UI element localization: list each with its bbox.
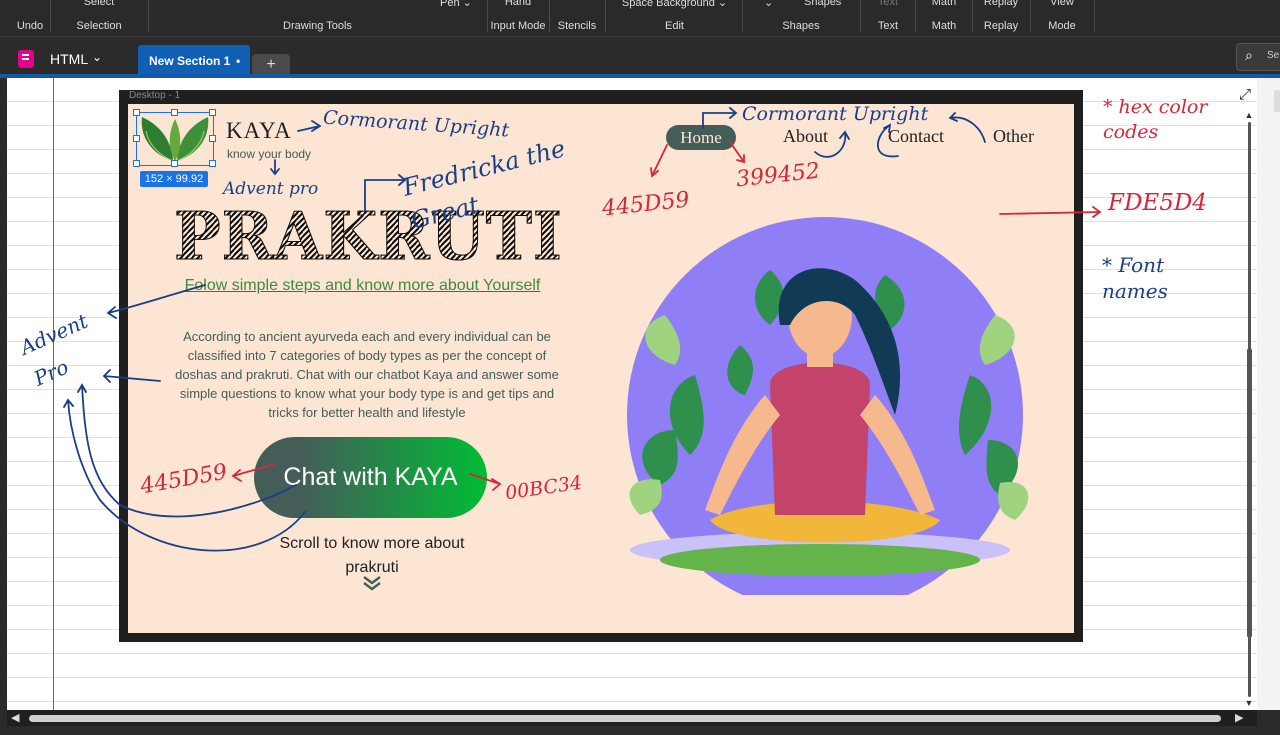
- ribbon-group-label: Edit: [665, 20, 684, 32]
- ribbon-divider: [742, 0, 743, 32]
- horizontal-scrollbar[interactable]: ◀ ▶: [7, 710, 1257, 726]
- tab-label: New Section 1: [149, 54, 231, 68]
- page-margin-line: [53, 78, 54, 710]
- ribbon-group-label: Undo: [16, 20, 44, 32]
- chevron-down-icon[interactable]: ⌄: [764, 0, 773, 9]
- ribbon-divider: [860, 0, 861, 32]
- ribbon-group-mode[interactable]: View Mode: [1032, 0, 1092, 36]
- ribbon-group-stencils[interactable]: Stencils: [551, 0, 603, 36]
- ribbon-group-label: Drawing Tools: [283, 20, 352, 32]
- ribbon-group-math[interactable]: Math Math: [917, 0, 971, 36]
- ribbon-group-label: Text: [877, 20, 899, 32]
- scroll-right-arrow-icon[interactable]: ▶: [1235, 711, 1243, 724]
- annotation-note-fonts: * Font names: [1102, 253, 1168, 303]
- brand-tagline: know your body: [227, 147, 312, 161]
- notebook-name[interactable]: HTML: [50, 51, 88, 67]
- ribbon-group-edit[interactable]: Space Background ⌄ Edit: [607, 0, 742, 36]
- hero-description: According to ancient ayurveda each and e…: [175, 329, 559, 420]
- ribbon-button-label: Text: [877, 0, 899, 8]
- ribbon-divider: [972, 0, 973, 32]
- ribbon-button-label: Shapes: [804, 0, 842, 8]
- annotation-font-tagline: Advent pro: [223, 179, 319, 199]
- ribbon-button-label: Replay: [983, 0, 1019, 8]
- nav-other: Other: [993, 126, 1034, 146]
- ribbon-group-label: Selection: [76, 20, 122, 32]
- ribbon-group-label: Shapes: [782, 20, 820, 32]
- resize-handle[interactable]: [209, 160, 216, 167]
- double-chevron-down-icon: [362, 575, 382, 596]
- ribbon-button-label: View: [1050, 0, 1074, 8]
- scroll-up-arrow-icon[interactable]: ▲: [1243, 110, 1255, 120]
- tab-new-section-1[interactable]: New Section 1 •: [138, 45, 250, 75]
- chevron-down-icon[interactable]: ⌄: [92, 50, 102, 64]
- selection-box[interactable]: [136, 112, 214, 166]
- resize-handle[interactable]: [133, 160, 140, 167]
- search-placeholder: Se: [1267, 50, 1280, 61]
- ribbon-group-label: Input Mode: [490, 20, 546, 32]
- ribbon-group-input-mode[interactable]: Hand Input Mode: [489, 0, 547, 36]
- ribbon: Undo Select Selection Pen ⌄ Drawing Tool…: [0, 0, 1280, 36]
- ribbon-group-shapes[interactable]: ⌄ Shapes Shapes: [744, 0, 858, 36]
- unsaved-dot-icon: •: [236, 54, 241, 68]
- search-box[interactable]: ⌕ Se: [1236, 43, 1280, 71]
- search-icon: ⌕: [1245, 47, 1253, 63]
- frame-label: Desktop - 1: [129, 90, 181, 101]
- ribbon-divider: [1094, 0, 1095, 32]
- brand-name: KAYA: [226, 118, 292, 143]
- annotation-font-nav: Cormorant Upright: [742, 103, 929, 125]
- ribbon-group-undo[interactable]: Undo: [10, 0, 50, 36]
- ribbon-group-selection[interactable]: Select Selection: [55, 0, 143, 36]
- yoga-illustration: [627, 217, 1029, 595]
- ribbon-group-label: Replay: [983, 20, 1019, 32]
- ribbon-divider: [549, 0, 550, 32]
- chat-cta-button: Chat with KAYA: [254, 437, 487, 518]
- ribbon-button-label: Pen ⌄: [440, 0, 472, 9]
- scroll-thumb[interactable]: [29, 715, 1221, 722]
- scroll-note: Scroll to know more about prakruti: [279, 535, 465, 576]
- ribbon-group-replay[interactable]: Replay Replay: [974, 0, 1028, 36]
- ribbon-button-label: Select: [83, 0, 115, 8]
- nav-contact: Contact: [888, 126, 944, 146]
- selection-size-badge: 152 × 99.92: [140, 171, 208, 187]
- ribbon-group-text[interactable]: Text Text: [862, 0, 914, 36]
- nav-about: About: [783, 126, 828, 146]
- ribbon-group-label: Math: [931, 20, 957, 32]
- resize-handle[interactable]: [209, 135, 216, 142]
- ribbon-divider: [605, 0, 606, 32]
- notebook-icon[interactable]: [18, 50, 34, 68]
- scroll-left-arrow-icon[interactable]: ◀: [11, 711, 19, 724]
- resize-handle[interactable]: [133, 135, 140, 142]
- ribbon-divider: [915, 0, 916, 32]
- scroll-down-arrow-icon[interactable]: ▼: [1243, 698, 1255, 708]
- section-tab-bar: HTML ⌄ New Section 1 • + ⌕ Se: [0, 36, 1280, 75]
- ribbon-group-drawing-tools[interactable]: Pen ⌄ Drawing Tools: [150, 0, 485, 36]
- resize-handle[interactable]: [133, 109, 140, 116]
- annotation-color-bg: FDE5D4: [1108, 190, 1207, 216]
- ribbon-group-label: Mode: [1048, 20, 1076, 32]
- ribbon-button-label: Math: [931, 0, 957, 8]
- ribbon-button-label: Space Background ⌄: [621, 0, 728, 9]
- right-panel-edge: [1257, 78, 1280, 710]
- ribbon-divider: [487, 0, 488, 32]
- ribbon-divider: [50, 0, 51, 32]
- vertical-scrollbar[interactable]: ▲ ▼: [1243, 110, 1255, 710]
- expand-icon[interactable]: ⤢: [1239, 86, 1251, 103]
- ribbon-button-label: Hand: [504, 0, 532, 8]
- nav-home: Home: [666, 125, 736, 150]
- annotation-note-hex: * hex color codes: [1103, 96, 1208, 143]
- ribbon-group-label: Stencils: [557, 20, 597, 32]
- ribbon-divider: [148, 0, 149, 32]
- resize-handle[interactable]: [171, 109, 178, 116]
- hero-subtitle: Folow simple steps and know more about Y…: [184, 277, 541, 294]
- resize-handle[interactable]: [209, 109, 216, 116]
- ribbon-divider: [1030, 0, 1031, 32]
- resize-handle[interactable]: [171, 160, 178, 167]
- add-section-button[interactable]: +: [252, 54, 290, 75]
- scroll-thumb[interactable]: [1247, 348, 1252, 638]
